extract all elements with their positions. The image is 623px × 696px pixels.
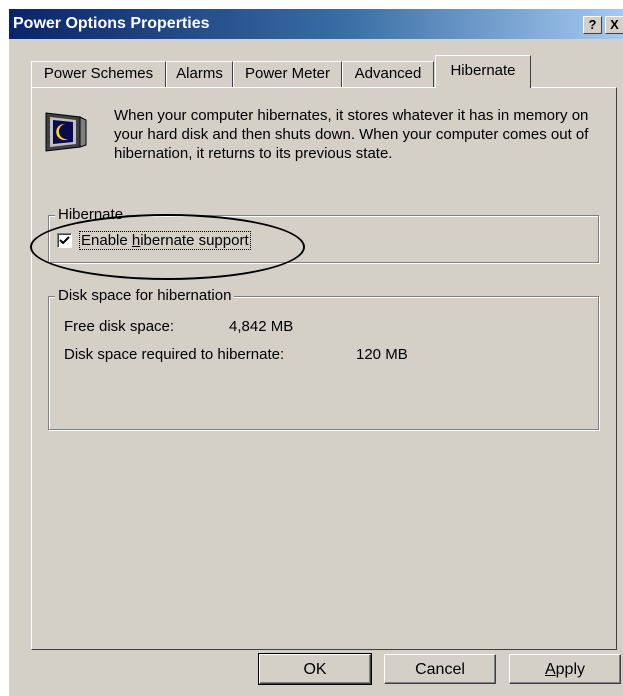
monitor-moon-icon bbox=[45, 112, 87, 152]
required-space-value: 120 MB bbox=[356, 346, 408, 363]
tab-hibernate[interactable]: Hibernate bbox=[435, 55, 531, 88]
tab-alarms[interactable]: Alarms bbox=[166, 61, 233, 87]
free-disk-space-value: 4,842 MB bbox=[229, 318, 294, 335]
tab-strip: Power Schemes Alarms Power Meter Advance… bbox=[9, 9, 623, 89]
cancel-button[interactable]: Cancel bbox=[384, 654, 496, 684]
checkmark-icon bbox=[59, 236, 70, 245]
tab-power-meter[interactable]: Power Meter bbox=[233, 61, 342, 87]
disk-space-group: Disk space for hibernation bbox=[48, 287, 599, 430]
disk-space-group-title: Disk space for hibernation bbox=[55, 287, 235, 305]
hibernate-description: When your computer hibernates, it stores… bbox=[114, 107, 589, 162]
tab-advanced[interactable]: Advanced bbox=[342, 61, 434, 87]
enable-hibernate-checkbox[interactable] bbox=[57, 233, 72, 248]
ok-button[interactable]: OK bbox=[258, 653, 372, 685]
tab-power-schemes[interactable]: Power Schemes bbox=[31, 61, 166, 87]
required-space-label: Disk space required to hibernate: bbox=[64, 346, 285, 363]
hibernate-group-title: Hibernate bbox=[55, 206, 127, 224]
free-disk-space-label: Free disk space: bbox=[64, 318, 175, 335]
apply-button[interactable]: Apply bbox=[509, 654, 621, 684]
enable-hibernate-label[interactable]: Enable hibernate support bbox=[79, 231, 251, 250]
